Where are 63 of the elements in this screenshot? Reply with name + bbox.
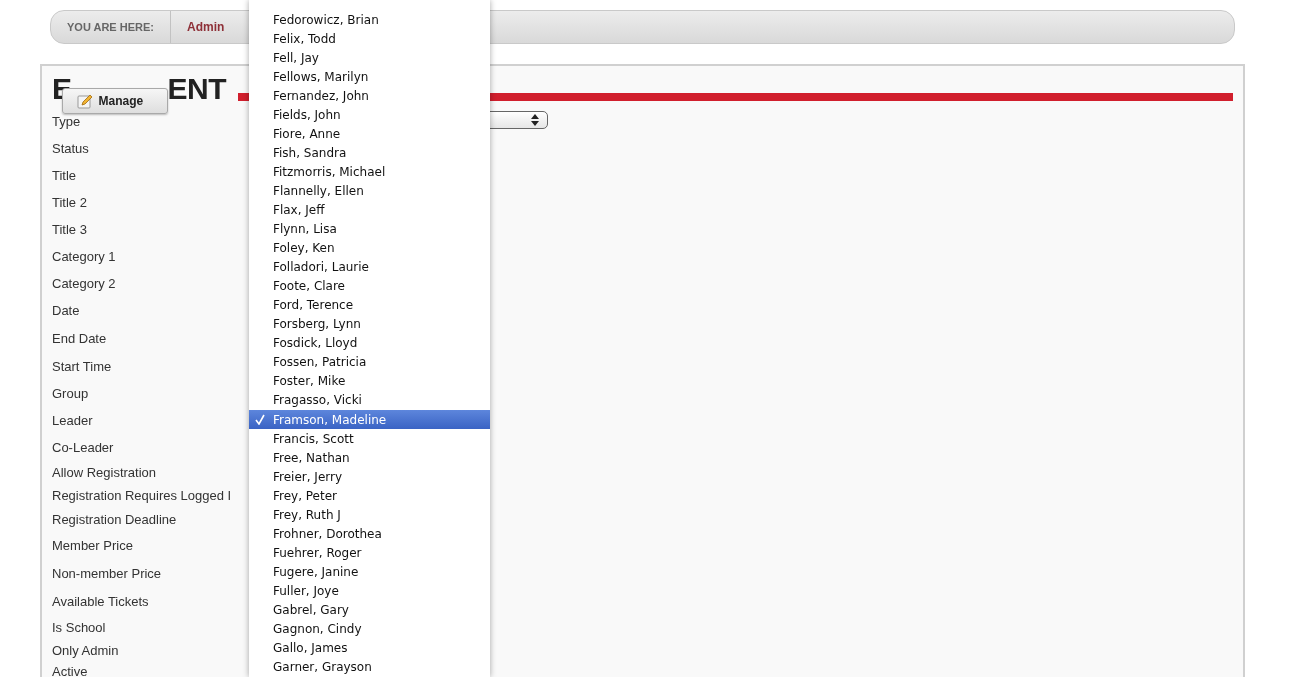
dropdown-option[interactable]: Gabrel, Gary [249, 600, 490, 620]
field-label: Type [52, 114, 81, 129]
page-title: ENT [167, 74, 226, 104]
pencil-icon [76, 93, 93, 109]
dropdown-option[interactable]: Ford, Terence [249, 295, 490, 315]
field-label: Available Tickets [52, 594, 149, 609]
dropdown-option[interactable]: Fossen, Patricia [249, 352, 490, 372]
dropdown-option[interactable]: Flannelly, Ellen [249, 181, 490, 201]
dropdown-option[interactable]: Freier, Jerry [249, 467, 490, 487]
dropdown-option[interactable]: Fedorowicz, Brian [249, 10, 490, 30]
dropdown-option[interactable]: Forsberg, Lynn [249, 314, 490, 334]
field-label: Title [52, 167, 77, 183]
dropdown-option[interactable]: Fellows, Marilyn [249, 67, 490, 87]
dropdown-option[interactable]: Frohner, Dorothea [249, 524, 490, 544]
breadcrumb-label: YOU ARE HERE: [51, 11, 171, 43]
dropdown-option[interactable]: Fosdick, Lloyd [249, 333, 490, 353]
dropdown-option[interactable]: Foote, Clare [249, 276, 490, 296]
field-label: Non-member Price [52, 566, 162, 581]
dropdown-option[interactable]: Frey, Peter [249, 486, 490, 506]
field-label: Group [52, 385, 89, 401]
dropdown-option[interactable]: Foley, Ken [249, 238, 490, 258]
dropdown-option[interactable]: Francis, Scott [249, 429, 490, 449]
field-label: Is School [52, 620, 106, 635]
dropdown-option[interactable]: Fiore, Anne [249, 124, 490, 144]
breadcrumb-link[interactable]: Admin [171, 20, 225, 34]
dropdown-option[interactable]: Garner, Grayson [249, 657, 490, 677]
stepper-arrows-icon [531, 114, 539, 126]
dropdown-option[interactable]: Gagnon, Cindy [249, 619, 490, 639]
field-label: Registration Deadline [52, 511, 177, 527]
dropdown-option[interactable]: Fuehrer, Roger [249, 543, 490, 563]
dropdown-option[interactable]: Free, Nathan [249, 448, 490, 468]
field-label: Leader [52, 412, 93, 428]
field-label: Category 1 [52, 248, 116, 264]
dropdown-option[interactable]: Fragasso, Vicki [249, 390, 490, 410]
dropdown-option[interactable]: Flynn, Lisa [249, 219, 490, 239]
dropdown-option[interactable]: Framson, Madeline [249, 410, 490, 430]
dropdown-option[interactable]: Gallo, James [249, 638, 490, 658]
field-label: End Date [52, 331, 107, 346]
dropdown-option[interactable]: Foster, Mike [249, 371, 490, 391]
dropdown-option[interactable]: Flax, Jeff [249, 200, 490, 220]
dropdown-option[interactable]: Fish, Sandra [249, 143, 490, 163]
checkmark-icon [255, 414, 265, 425]
field-label: Registration Requires Logged I [52, 488, 232, 503]
field-label: Allow Registration [52, 465, 157, 480]
field-label: Active [52, 664, 88, 677]
field-label: Only Admin [52, 642, 119, 658]
field-label: Title 3 [52, 221, 87, 237]
dropdown-option[interactable]: Fugere, Janine [249, 562, 490, 582]
field-label: Co-Leader [52, 439, 114, 455]
dropdown-option[interactable]: Fitzmorris, Michael [249, 162, 490, 182]
dropdown-option[interactable]: Fuller, Joye [249, 581, 490, 601]
dropdown-option[interactable]: Fernandez, John [249, 86, 490, 106]
dropdown-option[interactable]: Folladori, Laurie [249, 257, 490, 277]
dropdown-option[interactable]: Fields, John [249, 105, 490, 125]
dropdown-option[interactable]: Frey, Ruth J [249, 505, 490, 525]
field-label: Member Price [52, 538, 133, 553]
field-label: Category 2 [52, 275, 116, 291]
dropdown-option[interactable]: Fell, Jay [249, 48, 490, 68]
field-label: Title 2 [52, 194, 87, 210]
field-label: Status [52, 140, 89, 156]
dropdown-option[interactable]: Felix, Todd [249, 29, 490, 49]
field-label: Start Time [52, 358, 112, 374]
field-label: Date [52, 303, 80, 318]
